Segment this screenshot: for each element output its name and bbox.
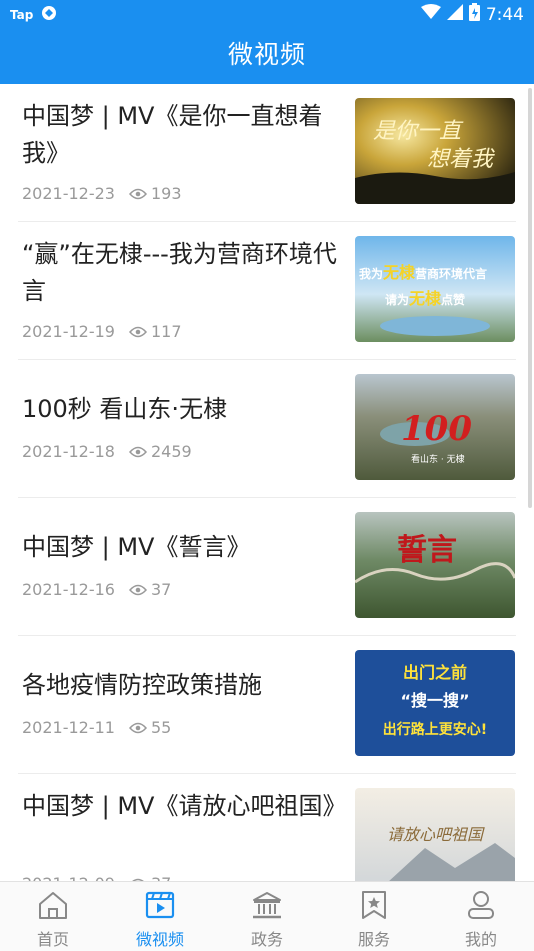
video-views: 37: [150, 580, 172, 599]
video-meta: 2021-12-16 37: [22, 580, 171, 599]
views-icon: [128, 722, 147, 734]
tab-label: 首页: [36, 930, 69, 949]
wifi-icon: [420, 4, 441, 25]
video-title: 各地疫情防控政策措施: [22, 671, 262, 699]
views-icon: [128, 446, 147, 458]
tab-label: 微视频: [135, 930, 184, 949]
clock-time: 7:44: [485, 4, 524, 25]
page-title: 微视频: [227, 40, 306, 69]
video-views: 37: [151, 874, 171, 881]
signal-icon: [446, 4, 463, 25]
tab-label: 政务: [250, 930, 283, 949]
video-thumbnail[interactable]: 我为无棣营商环境代言 请为无棣点赞: [355, 236, 515, 342]
battery-icon: [468, 3, 480, 26]
home-icon: [0, 888, 106, 922]
video-thumbnail[interactable]: 出门之前 “搜一搜” 出行路上更安心!: [355, 650, 515, 756]
video-title: 中国梦 | MV《是你一直想着我》: [22, 102, 323, 167]
video-date: 2021-12-11: [22, 718, 115, 737]
video-views: 2459: [150, 442, 192, 461]
government-icon: [214, 888, 320, 922]
tab-government[interactable]: 政务: [214, 888, 320, 950]
svg-text:“搜一搜”: “搜一搜”: [400, 691, 469, 710]
tab-label: 服务: [357, 930, 390, 949]
scrollbar[interactable]: [528, 88, 532, 508]
video-views: 117: [150, 322, 182, 341]
video-item[interactable]: 各地疫情防控政策措施 2021-12-11 55 出门之前 “搜一搜” 出行路上…: [0, 636, 534, 774]
status-bar: Tap 7:44: [0, 0, 534, 28]
video-item[interactable]: 100秒 看山东·无棣 2021-12-18 2459 100 看山东 · 无棣: [0, 360, 534, 498]
service-icon: [321, 888, 427, 922]
video-thumbnail[interactable]: 是你一直 想着我: [355, 98, 515, 204]
tab-video[interactable]: 微视频: [107, 888, 213, 950]
sync-icon: [41, 5, 57, 24]
views-icon: [128, 584, 147, 596]
video-meta: 2021-12-18 2459: [22, 442, 192, 461]
video-views: 55: [150, 718, 172, 737]
tab-service[interactable]: 服务: [321, 888, 427, 950]
video-date: 2021-12-09: [22, 874, 115, 881]
video-meta: 2021-12-09 37: [22, 874, 171, 881]
bottom-tab-bar: 首页 微视频 政务 服务 我的: [0, 881, 534, 951]
video-title: 100秒 看山东·无棣: [22, 395, 228, 423]
video-title: 中国梦 | MV《请放心吧祖国》: [22, 792, 347, 820]
video-item[interactable]: 中国梦 | MV《请放心吧祖国》 2021-12-09 37 请放心吧祖国: [0, 774, 534, 881]
video-item[interactable]: 中国梦 | MV《誓言》 2021-12-16 37 誓言: [0, 498, 534, 636]
video-thumbnail[interactable]: 请放心吧祖国: [355, 788, 515, 881]
video-date: 2021-12-16: [22, 580, 115, 599]
tab-profile[interactable]: 我的: [428, 888, 534, 950]
app-label: Tap: [10, 7, 34, 22]
video-meta: 2021-12-23 193: [22, 184, 182, 203]
views-icon: [128, 188, 147, 200]
svg-text:出门之前: 出门之前: [403, 663, 467, 682]
svg-text:请放心吧祖国: 请放心吧祖国: [387, 825, 485, 844]
svg-text:誓言: 誓言: [397, 533, 457, 568]
video-views: 193: [150, 184, 182, 203]
video-item[interactable]: 中国梦 | MV《是你一直想着我》 2021-12-23 193 是你一直 想着…: [0, 84, 534, 222]
video-thumbnail[interactable]: 誓言: [355, 512, 515, 618]
video-title: “赢”在无棣---我为营商环境代言: [22, 240, 337, 305]
video-item[interactable]: “赢”在无棣---我为营商环境代言 2021-12-19 117 我为无棣营商环…: [0, 222, 534, 360]
tab-label: 我的: [464, 930, 497, 949]
video-date: 2021-12-19: [22, 322, 115, 341]
views-icon: [128, 326, 147, 338]
svg-text:想着我: 想着我: [427, 147, 495, 172]
video-thumbnail[interactable]: 100 看山东 · 无棣: [355, 374, 515, 480]
video-date: 2021-12-18: [22, 442, 115, 461]
svg-text:是你一直: 是你一直: [373, 119, 464, 144]
video-date: 2021-12-23: [22, 184, 115, 203]
app-bar: 微视频: [0, 28, 534, 84]
profile-icon: [428, 888, 534, 922]
video-list[interactable]: 中国梦 | MV《是你一直想着我》 2021-12-23 193 是你一直 想着…: [0, 84, 534, 881]
video-meta: 2021-12-19 117: [22, 322, 182, 341]
video-icon: [107, 888, 213, 922]
svg-text:出行路上更安心!: 出行路上更安心!: [383, 721, 487, 738]
video-meta: 2021-12-11 55: [22, 718, 171, 737]
svg-text:看山东 · 无棣: 看山东 · 无棣: [411, 453, 465, 465]
svg-text:100: 100: [401, 409, 472, 449]
video-title: 中国梦 | MV《誓言》: [22, 533, 251, 561]
tab-home[interactable]: 首页: [0, 888, 106, 950]
